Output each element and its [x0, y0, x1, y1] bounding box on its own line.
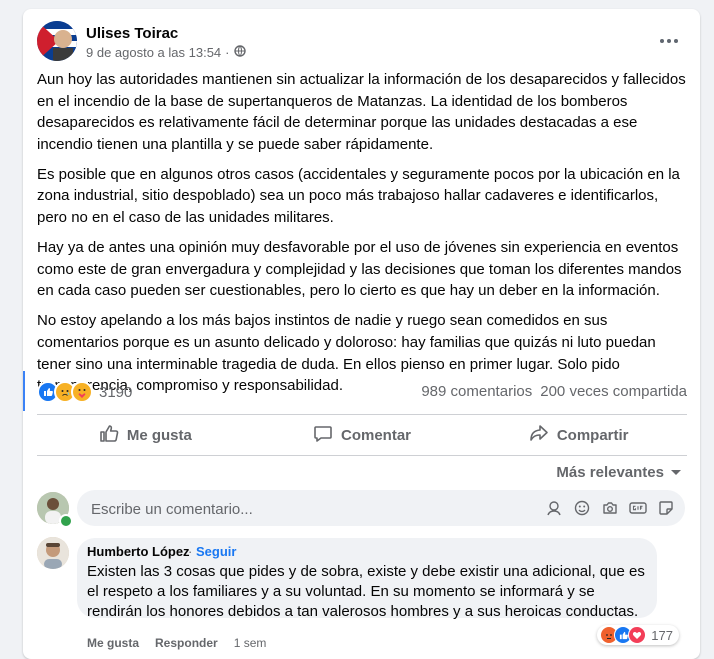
camera-icon[interactable] — [601, 499, 619, 517]
focus-indicator — [23, 371, 25, 411]
heart-icon — [628, 626, 647, 644]
emoji-icon[interactable] — [573, 499, 591, 517]
shares-count[interactable]: 200 veces compartida — [540, 383, 687, 400]
comment-composer — [37, 490, 687, 528]
author-name[interactable]: Ulises Toirac — [86, 25, 178, 42]
post-meta: 9 de agosto a las 13:54 · — [86, 45, 246, 60]
comment-label: Comentar — [341, 426, 412, 444]
comment-reactions[interactable]: 177 — [597, 625, 679, 645]
post-header: Ulises Toirac 9 de agosto a las 13:54 · — [37, 21, 687, 65]
comment-sort-dropdown[interactable]: Más relevantes — [556, 464, 682, 481]
share-label: Compartir — [556, 426, 629, 444]
post-stats: 3190 989 comentarios 200 veces compartid… — [37, 381, 687, 403]
comment-button[interactable]: Comentar — [254, 419, 471, 451]
like-button[interactable]: Me gusta — [37, 419, 254, 451]
more-options-icon[interactable] — [651, 29, 687, 53]
online-status-indicator — [59, 514, 73, 528]
post-card: Ulises Toirac 9 de agosto a las 13:54 · … — [23, 9, 700, 659]
stats-right: 989 comentarios 200 veces compartida — [421, 383, 687, 400]
post-paragraph: Es posible que en algunos otros casos (a… — [37, 165, 680, 227]
care-icon — [71, 381, 93, 403]
comment-separator: · — [188, 544, 193, 559]
globe-icon — [233, 45, 246, 60]
sticker-icon[interactable] — [657, 499, 675, 517]
comment-input-box[interactable] — [77, 490, 685, 528]
post-body: Aun hoy las autoridades mantienen sin ac… — [37, 69, 687, 405]
commenter-avatar[interactable] — [37, 537, 69, 569]
comment-item: Humberto López · Seguir Existen las 3 co… — [37, 537, 687, 657]
divider — [37, 455, 687, 456]
reactions-summary[interactable]: 3190 — [37, 381, 132, 403]
post-timestamp[interactable]: 9 de agosto a las 13:54 — [86, 45, 221, 60]
thumbs-up-icon — [99, 423, 119, 447]
sort-label: Más relevantes — [556, 464, 664, 481]
share-button[interactable]: Compartir — [470, 419, 687, 451]
speech-bubble-icon — [313, 423, 333, 447]
follow-link[interactable]: Seguir — [196, 544, 236, 559]
author-avatar[interactable] — [37, 21, 77, 61]
comment-bubble: Humberto López · Seguir Existen las 3 co… — [77, 538, 657, 620]
avatar-sticker-icon[interactable] — [545, 499, 563, 517]
caret-down-icon — [670, 464, 682, 481]
post-paragraph: Hay ya de antes una opinión muy desfavor… — [37, 239, 682, 300]
gif-icon[interactable] — [629, 499, 647, 517]
share-arrow-icon — [529, 423, 549, 447]
post-actions: Me gusta Comentar Compartir — [37, 419, 687, 451]
reaction-count: 3190 — [99, 383, 133, 401]
comments-count[interactable]: 989 comentarios — [421, 383, 532, 400]
comment-reaction-count: 177 — [651, 627, 673, 643]
divider — [37, 414, 687, 415]
composer-tools — [545, 499, 675, 517]
meta-separator: · — [225, 45, 230, 60]
post-paragraph: Aun hoy las autoridades mantienen sin ac… — [37, 71, 686, 153]
commenter-name[interactable]: Humberto López — [87, 544, 190, 559]
comment-text: Existen las 3 cosas que pides y de sobra… — [87, 563, 645, 620]
like-label: Me gusta — [126, 426, 192, 444]
comment-input[interactable] — [89, 490, 533, 528]
